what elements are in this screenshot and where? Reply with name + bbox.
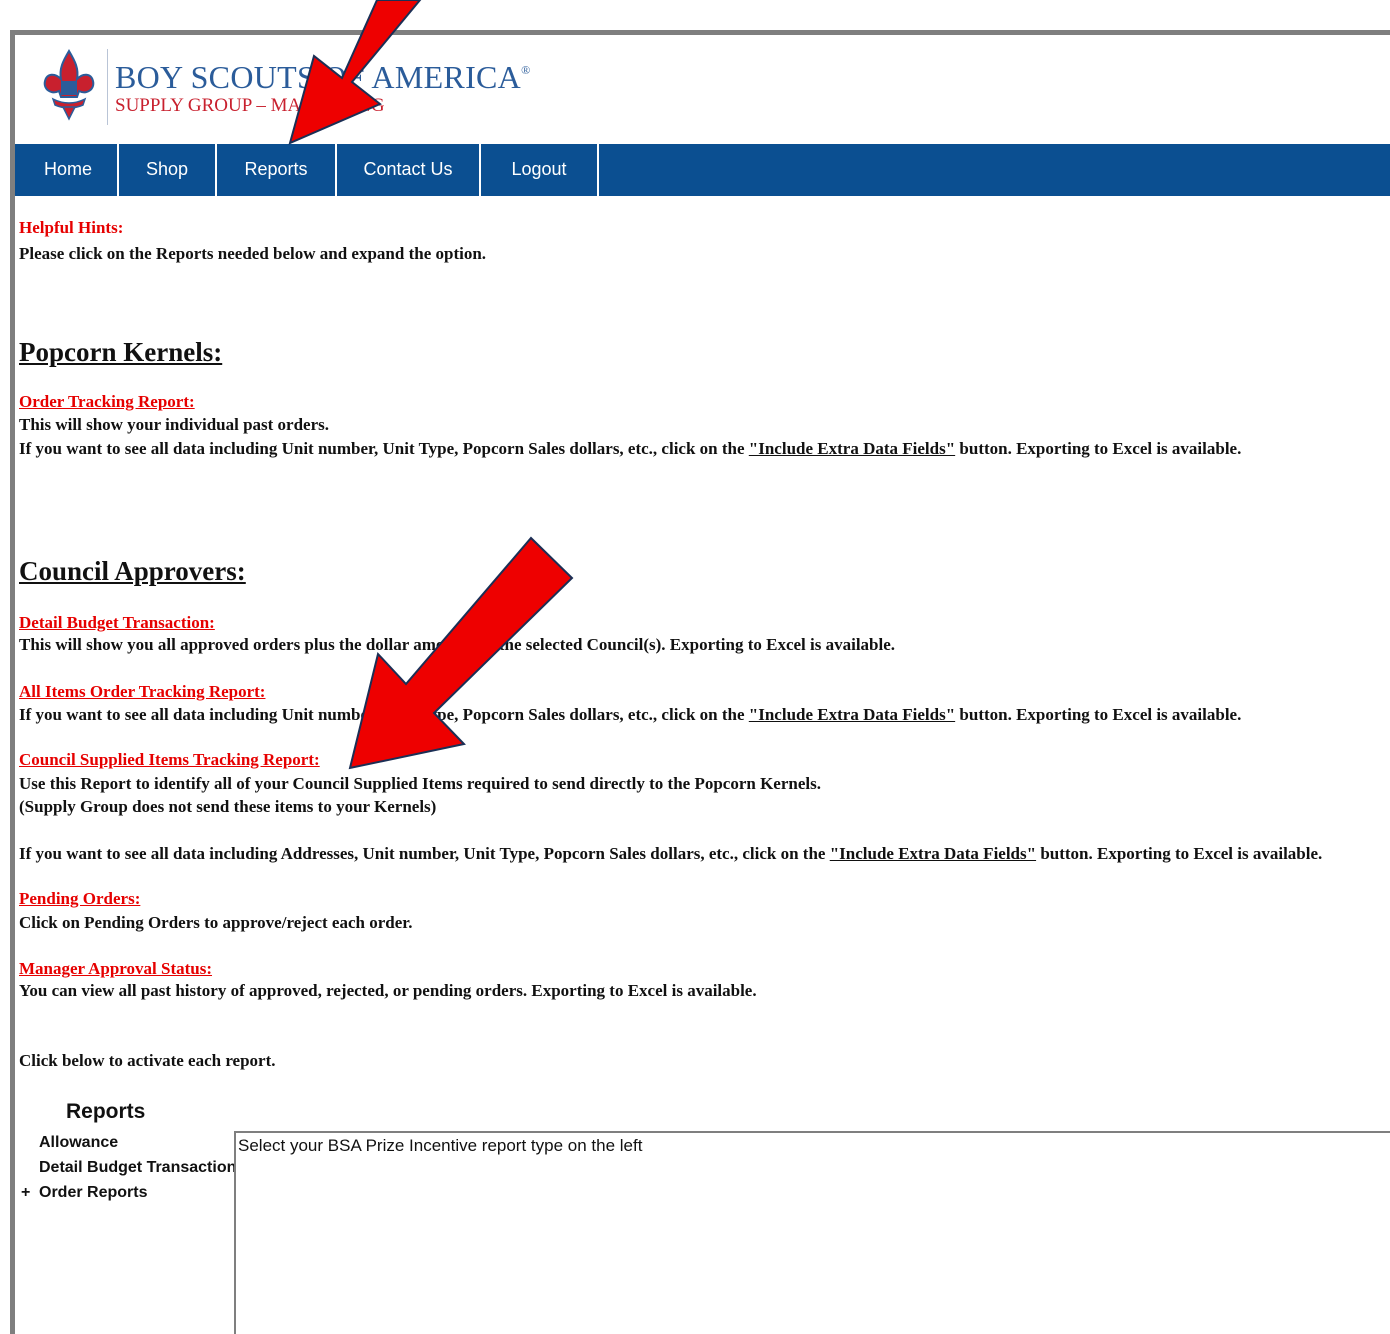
logo-subtitle: SUPPLY GROUP – MARKETING bbox=[115, 95, 385, 116]
tree-item-detail-budget-transaction[interactable]: Detail Budget Transaction bbox=[39, 1159, 236, 1177]
detail-budget-transaction-link[interactable]: Detail Budget Transaction: bbox=[19, 613, 215, 633]
fleur-de-lis-icon bbox=[43, 49, 95, 121]
all-items-desc: If you want to see all data including Un… bbox=[19, 705, 1242, 724]
detail-budget-desc: This will show you all approved orders p… bbox=[19, 635, 896, 654]
order-tracking-report-link[interactable]: Order Tracking Report: bbox=[19, 392, 195, 412]
council-supplied-desc-1: Use this Report to identify all of your … bbox=[19, 774, 821, 793]
reports-panel-title: Reports bbox=[66, 1100, 146, 1123]
manager-approval-status-link[interactable]: Manager Approval Status: bbox=[19, 959, 212, 979]
pending-orders-desc: Click on Pending Orders to approve/rejec… bbox=[19, 913, 413, 932]
order-tracking-extra: If you want to see all data including Un… bbox=[19, 439, 1242, 458]
council-supplied-desc-2: (Supply Group does not send these items … bbox=[19, 797, 437, 816]
all-items-order-tracking-link[interactable]: All Items Order Tracking Report: bbox=[19, 682, 265, 702]
activate-instruction: Click below to activate each report. bbox=[19, 1051, 276, 1070]
pending-orders-link[interactable]: Pending Orders: bbox=[19, 889, 140, 909]
nav-contact-us[interactable]: Contact Us bbox=[337, 144, 481, 196]
order-tracking-desc: This will show your individual past orde… bbox=[19, 415, 330, 434]
council-supplied-items-link[interactable]: Council Supplied Items Tracking Report: bbox=[19, 750, 320, 770]
main-nav: Home Shop Reports Contact Us Logout bbox=[15, 144, 1390, 196]
council-approvers-heading: Council Approvers: bbox=[19, 556, 246, 586]
hints-title: Helpful Hints: bbox=[19, 218, 124, 237]
manager-approval-desc: You can view all past history of approve… bbox=[19, 981, 757, 1000]
popcorn-kernels-heading: Popcorn Kernels: bbox=[19, 337, 223, 367]
tree-item-order-reports[interactable]: Order Reports bbox=[39, 1184, 147, 1202]
tree-expand-toggle[interactable]: + bbox=[21, 1184, 30, 1202]
council-supplied-extra: If you want to see all data including Ad… bbox=[19, 844, 1323, 863]
hints-text: Please click on the Reports needed below… bbox=[19, 244, 487, 263]
page-frame: BOY SCOUTS OF AMERICA® SUPPLY GROUP – MA… bbox=[10, 30, 1390, 1334]
logo-divider bbox=[107, 49, 108, 125]
nav-home[interactable]: Home bbox=[19, 144, 119, 196]
nav-reports[interactable]: Reports bbox=[217, 144, 337, 196]
logo-title: BOY SCOUTS OF AMERICA® bbox=[115, 59, 531, 95]
report-display-area: Select your BSA Prize Incentive report t… bbox=[234, 1131, 1390, 1334]
include-extra-data-fields-ref: "Include Extra Data Fields" bbox=[748, 439, 956, 458]
include-extra-data-fields-ref: "Include Extra Data Fields" bbox=[829, 844, 1037, 863]
tree-item-allowance[interactable]: Allowance bbox=[39, 1134, 118, 1152]
nav-shop[interactable]: Shop bbox=[119, 144, 217, 196]
nav-logout[interactable]: Logout bbox=[481, 144, 599, 196]
report-placeholder-message: Select your BSA Prize Incentive report t… bbox=[238, 1136, 643, 1155]
include-extra-data-fields-ref: "Include Extra Data Fields" bbox=[748, 705, 956, 724]
